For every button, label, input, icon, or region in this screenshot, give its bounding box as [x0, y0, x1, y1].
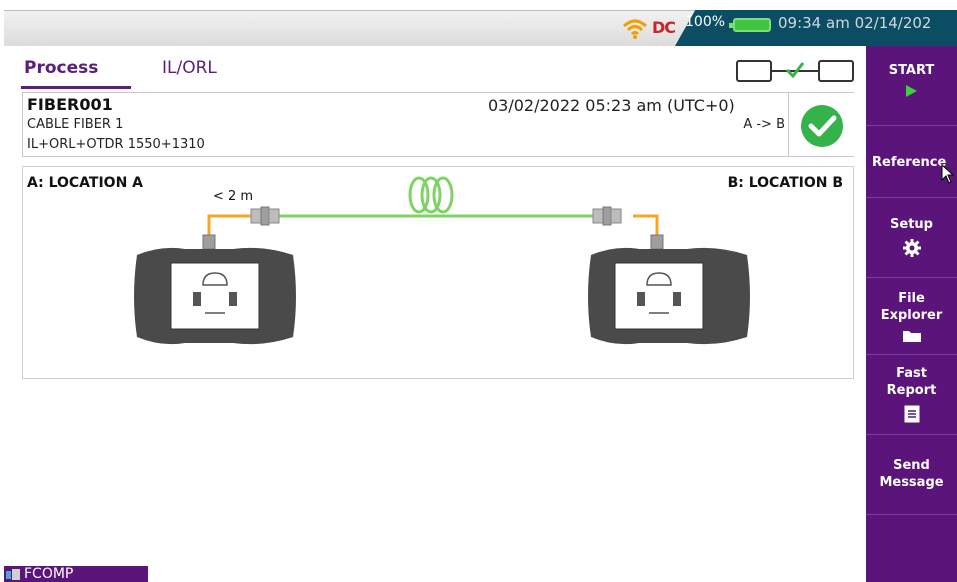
left-connector-icon: [250, 206, 280, 226]
left-port: [202, 234, 216, 250]
app-label-fcomp[interactable]: FCOMP: [4, 566, 148, 582]
pass-status: [788, 93, 854, 156]
setup-label: Setup: [890, 217, 933, 232]
dc-power-icon: DC: [652, 18, 676, 37]
tab-il-orl[interactable]: IL/ORL: [162, 58, 217, 78]
left-instrument-icon: [134, 247, 296, 345]
send-message-button[interactable]: Send Message: [866, 435, 957, 515]
file-label-2: Explorer: [880, 308, 943, 323]
fiber-id: FIBER001: [27, 95, 113, 114]
send-label-2: Message: [879, 475, 944, 490]
battery-percent: 100%: [685, 14, 726, 30]
reference-label: Reference: [872, 155, 947, 170]
connection-diagram: A: LOCATION A B: LOCATION B < 2 m: [22, 166, 854, 379]
fiber-info-card: FIBER001 CABLE FIBER 1 IL+ORL+OTDR 1550+…: [22, 92, 854, 157]
test-datetime: 03/02/2022 05:23 am (UTC+0): [488, 96, 735, 115]
fast-label-2: Report: [886, 383, 937, 398]
right-instrument-icon: [588, 247, 750, 345]
setup-button[interactable]: Setup: [866, 198, 957, 278]
action-sidebar: START Reference Setup File Explorer Fast…: [866, 46, 957, 582]
fiber-spool-icon: [408, 176, 454, 214]
right-port: [650, 234, 664, 250]
clock-date: 09:34 am 02/14/202: [778, 14, 932, 32]
screen: DC 100% 09:34 am 02/14/202 Process IL/OR…: [0, 0, 957, 582]
report-icon: [904, 405, 919, 423]
mouse-cursor-icon: [941, 164, 955, 184]
fast-label-1: Fast: [896, 366, 927, 381]
play-icon: [906, 85, 917, 97]
file-explorer-button[interactable]: File Explorer: [866, 278, 957, 355]
gear-icon: [902, 239, 921, 257]
reference-button[interactable]: Reference: [866, 126, 957, 198]
right-connector-icon: [592, 206, 622, 226]
start-label: START: [888, 63, 935, 78]
file-label-1: File: [898, 291, 925, 306]
battery-icon: [729, 18, 771, 32]
cable-name: CABLE FIBER 1: [27, 117, 124, 132]
direction: A -> B: [743, 117, 785, 132]
test-type: IL+ORL+OTDR 1550+1310: [27, 137, 205, 152]
send-label-1: Send: [893, 458, 930, 473]
start-button[interactable]: START: [866, 46, 957, 126]
active-tab-indicator: [21, 86, 131, 89]
pass-check-icon: [801, 105, 843, 147]
diagram-graphic: [134, 176, 750, 345]
wifi-icon: [622, 19, 648, 39]
connection-status-icon: [736, 60, 854, 82]
fast-report-button[interactable]: Fast Report: [866, 355, 957, 435]
status-bar: DC 100% 09:34 am 02/14/202: [0, 0, 957, 46]
folder-icon: [902, 331, 921, 342]
tab-process[interactable]: Process: [24, 58, 98, 78]
fcomp-icon: [6, 569, 20, 580]
